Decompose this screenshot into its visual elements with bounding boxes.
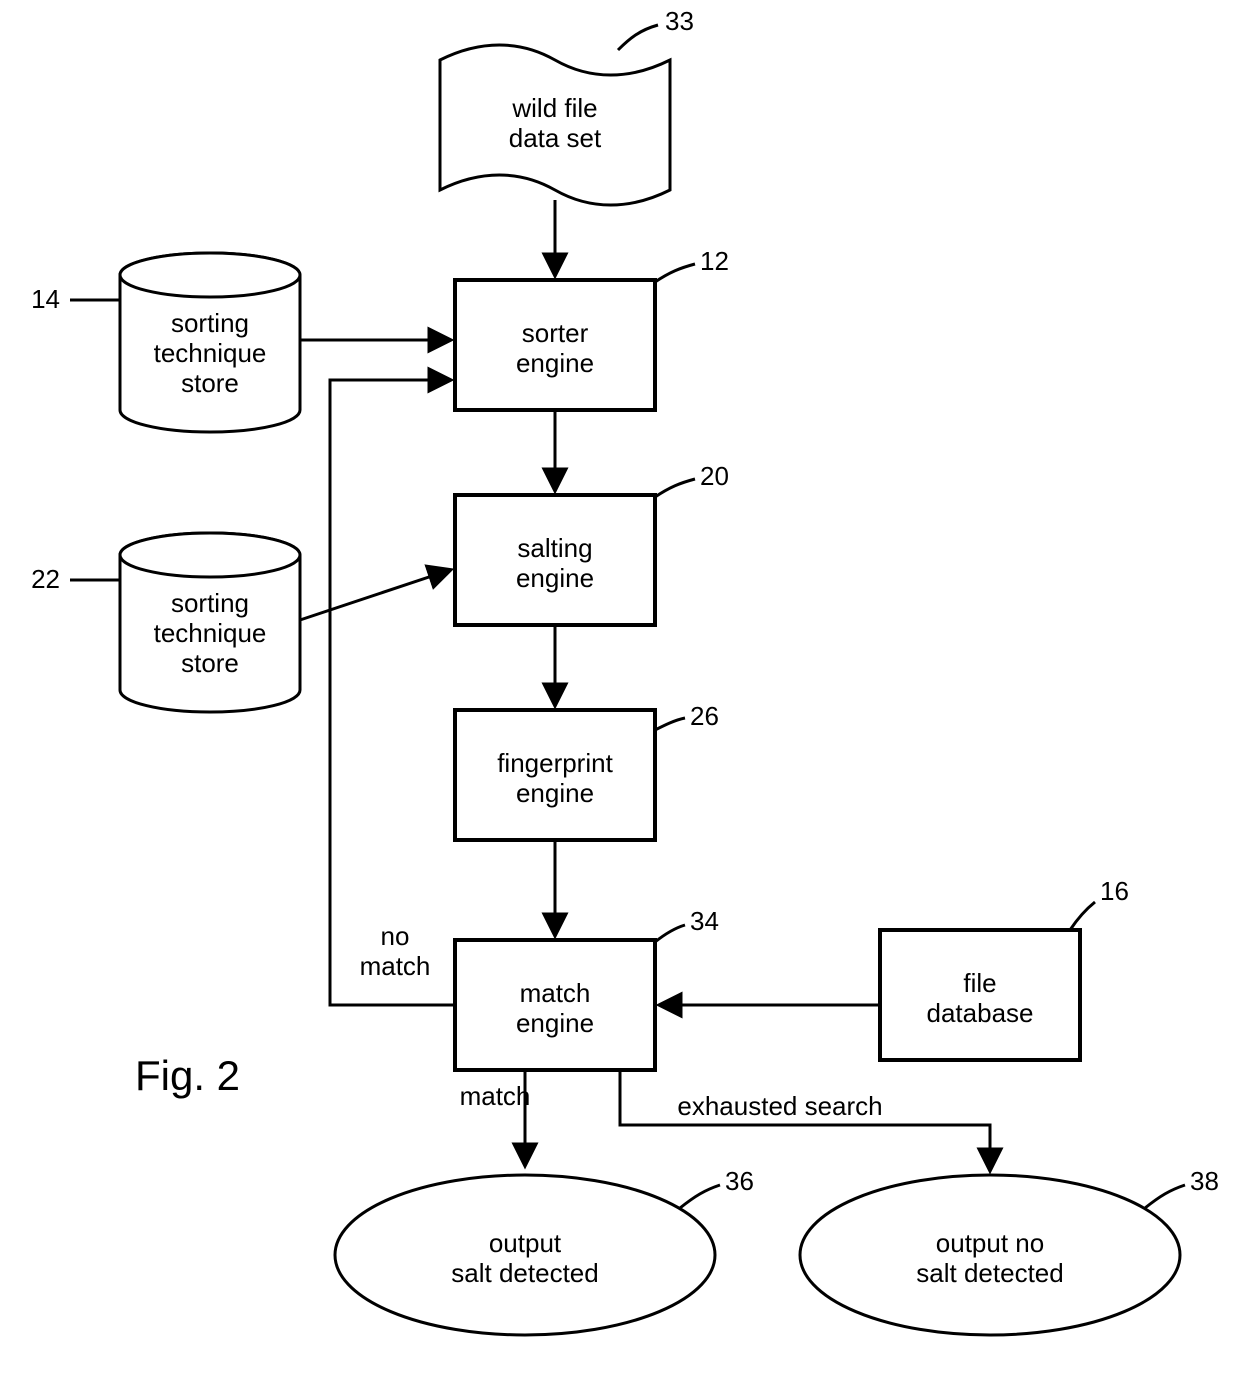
salting-engine-label-2: engine — [516, 563, 594, 593]
sorting-store-1-label-3: store — [181, 368, 239, 398]
sorter-engine-label-2: engine — [516, 348, 594, 378]
exhausted-edge: exhausted search — [620, 1070, 990, 1170]
file-database-ref: 16 — [1100, 876, 1129, 906]
file-database-label-2: database — [927, 998, 1034, 1028]
file-database-node: file database — [880, 930, 1080, 1060]
salting-engine-node: salting engine — [455, 495, 655, 625]
wild-file-label-1: wild file — [511, 93, 597, 123]
sorting-store-1-label-1: sorting — [171, 308, 249, 338]
sorting-store-1-label-2: technique — [154, 338, 267, 368]
wild-file-label-2: data set — [509, 123, 602, 153]
output-no-salt-label-2: salt detected — [916, 1258, 1063, 1288]
no-match-label-1: no — [381, 921, 410, 951]
salting-engine-ref: 20 — [700, 461, 729, 491]
fingerprint-engine-ref: 26 — [690, 701, 719, 731]
figure-label: Fig. 2 — [135, 1052, 240, 1099]
match-edge: match — [460, 1070, 531, 1165]
wild-file-ref: 33 — [665, 6, 694, 36]
sorting-store-2-label-1: sorting — [171, 588, 249, 618]
output-no-salt-label-1: output no — [936, 1228, 1044, 1258]
sorter-engine-node: sorter engine — [455, 280, 655, 410]
sorter-engine-ref: 12 — [700, 246, 729, 276]
sorter-engine-label-1: sorter — [522, 318, 589, 348]
sorting-store-2-label-3: store — [181, 648, 239, 678]
sorting-store-2-node: sorting technique store — [120, 533, 300, 712]
match-engine-label-1: match — [520, 978, 591, 1008]
flowchart-diagram: wild file data set 33 sorter engine 12 s… — [0, 0, 1240, 1384]
match-engine-node: match engine — [455, 940, 655, 1070]
sorting-store-2-ref: 22 — [31, 564, 60, 594]
sorting-store-1-node: sorting technique store — [120, 253, 300, 432]
match-label: match — [460, 1081, 531, 1111]
output-salt-node: output salt detected — [335, 1175, 715, 1335]
match-engine-label-2: engine — [516, 1008, 594, 1038]
no-match-edge: no match — [330, 380, 455, 1005]
output-salt-label-1: output — [489, 1228, 562, 1258]
wild-file-node: wild file data set — [440, 45, 670, 205]
sorting-store-2-label-2: technique — [154, 618, 267, 648]
match-engine-ref: 34 — [690, 906, 719, 936]
no-match-label-2: match — [360, 951, 431, 981]
fingerprint-engine-label-2: engine — [516, 778, 594, 808]
sorting-store-1-ref: 14 — [31, 284, 60, 314]
output-no-salt-ref: 38 — [1190, 1166, 1219, 1196]
salting-engine-label-1: salting — [517, 533, 592, 563]
file-database-label-1: file — [963, 968, 996, 998]
exhausted-label: exhausted search — [677, 1091, 882, 1121]
output-no-salt-node: output no salt detected — [800, 1175, 1180, 1335]
fingerprint-engine-node: fingerprint engine — [455, 710, 655, 840]
output-salt-ref: 36 — [725, 1166, 754, 1196]
output-salt-label-2: salt detected — [451, 1258, 598, 1288]
fingerprint-engine-label-1: fingerprint — [497, 748, 613, 778]
